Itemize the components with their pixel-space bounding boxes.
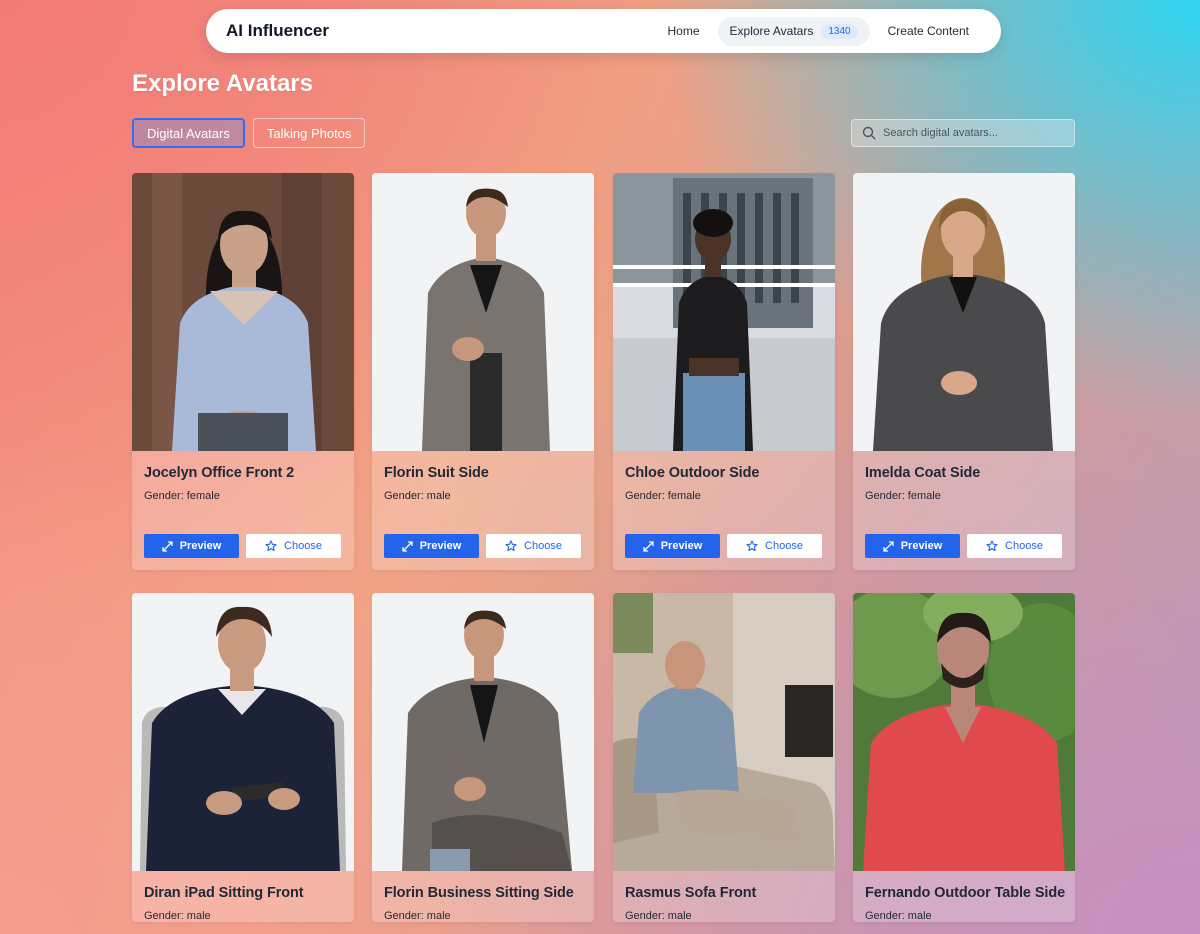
avatar-photo[interactable]: [853, 173, 1075, 451]
tab-talking-photos[interactable]: Talking Photos: [252, 118, 366, 148]
avatar-name: Jocelyn Office Front 2: [144, 465, 295, 481]
avatar-card[interactable]: Fernando Outdoor Table Side Gender: male: [853, 593, 1075, 922]
avatar-photo[interactable]: [132, 173, 354, 451]
avatar-gender: Gender: female: [625, 490, 701, 502]
avatar-name: Imelda Coat Side: [865, 465, 981, 481]
search-box: [851, 119, 1075, 147]
star-icon: [986, 540, 998, 552]
star-icon: [505, 540, 517, 552]
avatar-card[interactable]: Jocelyn Office Front 2 Gender: female Pr…: [132, 173, 354, 570]
preview-button[interactable]: Preview: [144, 534, 239, 558]
choose-button[interactable]: Choose: [246, 534, 341, 558]
choose-button[interactable]: Choose: [967, 534, 1062, 558]
nav-links: Home Explore Avatars 1340 Create Content: [656, 16, 981, 46]
avatar-gender: Gender: male: [384, 490, 451, 502]
brand-logo[interactable]: AI Influencer: [226, 21, 329, 41]
preview-label: Preview: [179, 540, 222, 552]
avatar-gender: Gender: male: [625, 910, 692, 922]
expand-icon: [643, 540, 654, 552]
avatar-type-tabs: Digital Avatars Talking Photos: [132, 118, 366, 148]
nav-home[interactable]: Home: [656, 17, 712, 45]
preview-button[interactable]: Preview: [625, 534, 720, 558]
preview-label: Preview: [900, 540, 943, 552]
search-icon: [862, 126, 876, 140]
avatar-photo[interactable]: [132, 593, 354, 871]
avatar-card[interactable]: Florin Suit Side Gender: male Preview Ch…: [372, 173, 594, 570]
avatar-photo[interactable]: [613, 173, 835, 451]
avatar-gender: Gender: male: [865, 910, 932, 922]
choose-label: Choose: [524, 540, 562, 552]
choose-label: Choose: [765, 540, 803, 552]
expand-icon: [402, 540, 413, 552]
preview-label: Preview: [660, 540, 703, 552]
avatar-card[interactable]: Chloe Outdoor Side Gender: female Previe…: [613, 173, 835, 570]
avatar-gender: Gender: female: [865, 490, 941, 502]
avatar-photo[interactable]: [853, 593, 1075, 871]
star-icon: [746, 540, 758, 552]
nav-create-content[interactable]: Create Content: [876, 17, 981, 45]
expand-icon: [883, 540, 894, 552]
preview-button[interactable]: Preview: [865, 534, 960, 558]
star-icon: [265, 540, 277, 552]
choose-button[interactable]: Choose: [727, 534, 822, 558]
page-title: Explore Avatars: [132, 70, 313, 97]
avatar-name: Diran iPad Sitting Front: [144, 885, 304, 901]
choose-label: Choose: [1005, 540, 1043, 552]
avatar-gender: Gender: male: [384, 910, 451, 922]
avatar-photo[interactable]: [613, 593, 835, 871]
avatar-card[interactable]: Imelda Coat Side Gender: female Preview …: [853, 173, 1075, 570]
avatar-name: Rasmus Sofa Front: [625, 885, 757, 901]
avatar-card[interactable]: Florin Business Sitting Side Gender: mal…: [372, 593, 594, 922]
choose-label: Choose: [284, 540, 322, 552]
nav-explore-label: Explore Avatars: [729, 24, 814, 38]
avatar-count-badge: 1340: [821, 23, 858, 39]
top-navbar: AI Influencer Home Explore Avatars 1340 …: [206, 9, 1001, 53]
avatar-gender: Gender: female: [144, 490, 220, 502]
avatar-name: Chloe Outdoor Side: [625, 465, 760, 481]
tab-digital-avatars[interactable]: Digital Avatars: [132, 118, 245, 148]
avatar-name: Fernando Outdoor Table Side: [865, 885, 1066, 901]
avatar-card[interactable]: Diran iPad Sitting Front Gender: male: [132, 593, 354, 922]
avatar-photo[interactable]: [372, 593, 594, 871]
avatar-name: Florin Business Sitting Side: [384, 885, 574, 901]
search-input[interactable]: [883, 127, 1063, 139]
avatar-gender: Gender: male: [144, 910, 211, 922]
avatar-name: Florin Suit Side: [384, 465, 489, 481]
choose-button[interactable]: Choose: [486, 534, 581, 558]
nav-explore-avatars[interactable]: Explore Avatars 1340: [717, 16, 870, 46]
preview-button[interactable]: Preview: [384, 534, 479, 558]
preview-label: Preview: [419, 540, 462, 552]
avatar-card[interactable]: Rasmus Sofa Front Gender: male: [613, 593, 835, 922]
avatar-photo[interactable]: [372, 173, 594, 451]
expand-icon: [162, 540, 173, 552]
